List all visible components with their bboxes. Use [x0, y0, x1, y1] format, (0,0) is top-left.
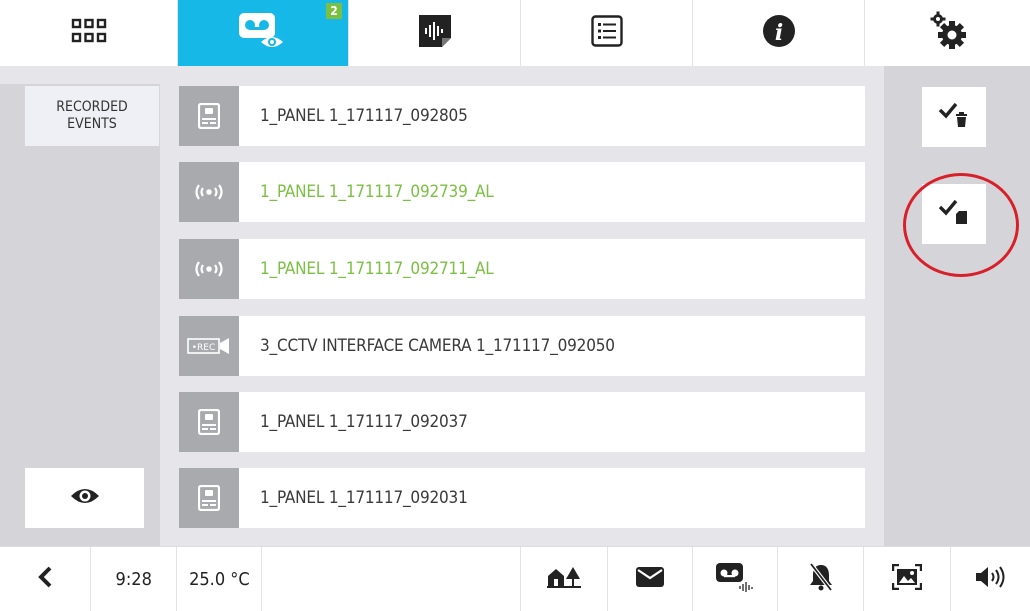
- event-label: 3_CCTV INTERFACE CAMERA 1_171117_092050: [260, 336, 615, 356]
- picture-icon: [891, 563, 922, 595]
- ringer-status[interactable]: [778, 547, 864, 611]
- list-item[interactable]: •REC 3_CCTV INTERFACE CAMERA 1_171117_09…: [179, 316, 865, 376]
- home-tree-status[interactable]: [521, 547, 609, 611]
- list-item[interactable]: 1_PANEL 1_171117_092805: [179, 86, 865, 146]
- chevron-left-icon: [37, 566, 53, 593]
- event-label: 1_PANEL 1_171117_092739_AL: [260, 182, 494, 202]
- voicemail-icon: [715, 562, 755, 597]
- voicemail-status[interactable]: [693, 547, 779, 611]
- event-label: 1_PANEL 1_171117_092037: [260, 412, 468, 432]
- back-button[interactable]: [0, 547, 92, 611]
- svg-text:i: i: [774, 20, 782, 46]
- list-item[interactable]: 1_PANEL 1_171117_092711_AL: [179, 239, 865, 299]
- audio-file-icon: [418, 14, 452, 52]
- door-panel-icon: [179, 468, 239, 528]
- top-navigation-bar: 2 i: [0, 0, 1030, 67]
- view-button[interactable]: [25, 468, 144, 528]
- door-panel-icon: [179, 86, 239, 146]
- tab-info[interactable]: i: [693, 0, 865, 66]
- event-label: 1_PANEL 1_171117_092711_AL: [260, 259, 494, 279]
- select-delete-button[interactable]: [922, 87, 986, 147]
- action-sidebar: [884, 66, 1030, 546]
- alarm-icon: [179, 162, 239, 222]
- category-recorded-events[interactable]: RECORDED EVENTS: [25, 86, 159, 146]
- status-bar: 9:28 25.0 °C: [0, 546, 1030, 611]
- category-label: RECORDED EVENTS: [56, 99, 128, 132]
- eye-icon: [70, 486, 100, 510]
- clock: 9:28: [91, 547, 178, 611]
- temperature-text: 25.0 °C: [189, 568, 250, 590]
- list-icon: [590, 15, 623, 51]
- picture-status[interactable]: [864, 547, 951, 611]
- tab-list[interactable]: [521, 0, 693, 66]
- time-text: 9:28: [115, 568, 152, 590]
- door-panel-icon: [179, 392, 239, 452]
- new-events-badge: 2: [326, 3, 342, 19]
- tab-apps[interactable]: [0, 0, 178, 66]
- envelope-icon: [636, 566, 665, 592]
- messages-status[interactable]: [608, 547, 694, 611]
- home-tree-icon: [547, 566, 582, 593]
- category-sidebar: RECORDED EVENTS: [0, 66, 160, 546]
- tab-recorded-events[interactable]: 2: [178, 0, 349, 66]
- voicemail-eye-icon: [237, 11, 289, 55]
- volume-status[interactable]: [951, 547, 1030, 611]
- event-label: 1_PANEL 1_171117_092805: [260, 106, 468, 126]
- list-item[interactable]: 1_PANEL 1_171117_092739_AL: [179, 162, 865, 222]
- speaker-icon: [975, 565, 1005, 593]
- status-spacer: [262, 547, 521, 611]
- rec-camera-icon: •REC: [179, 316, 239, 376]
- gears-icon: [928, 11, 968, 55]
- grid-icon: [71, 18, 107, 48]
- alarm-icon: [179, 239, 239, 299]
- info-icon: i: [762, 14, 796, 52]
- main-area: RECORDED EVENTS 1_PANEL 1_171117_092805 …: [0, 66, 1030, 546]
- list-item[interactable]: 1_PANEL 1_171117_092037: [179, 392, 865, 452]
- temperature: 25.0 °C: [177, 547, 263, 611]
- list-item[interactable]: 1_PANEL 1_171117_092031: [179, 468, 865, 528]
- check-trash-icon: [938, 102, 969, 132]
- event-label: 1_PANEL 1_171117_092031: [260, 488, 468, 508]
- highlight-ring: [903, 173, 1019, 277]
- rec-text: •REC: [192, 343, 216, 353]
- tab-settings[interactable]: [865, 0, 1030, 66]
- tab-audio-messages[interactable]: [349, 0, 521, 66]
- bell-off-icon: [808, 562, 834, 596]
